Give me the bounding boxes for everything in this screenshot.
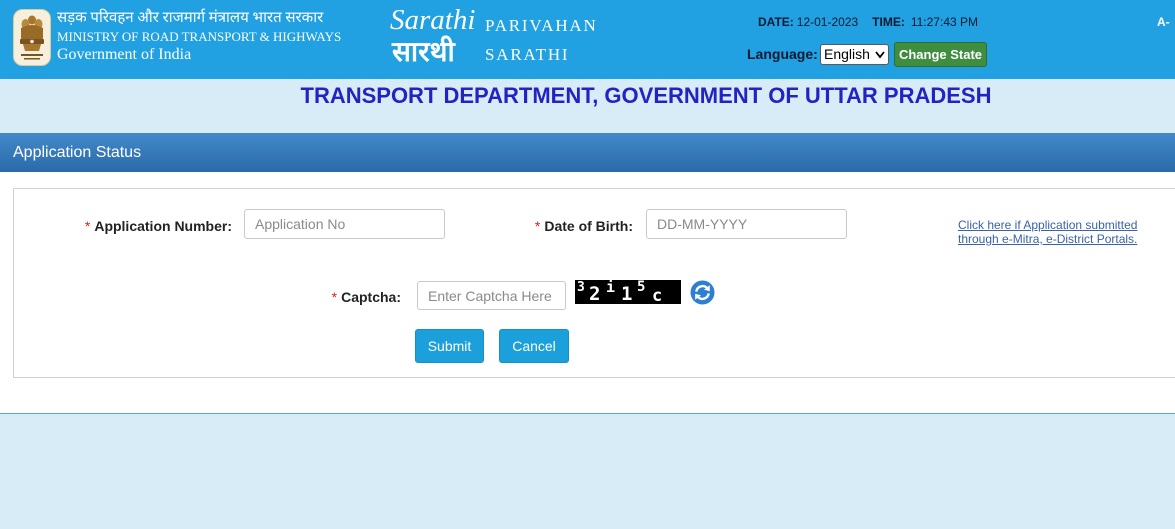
text-size-decrease-button[interactable]: A- <box>1157 15 1170 29</box>
national-emblem-icon <box>13 9 51 66</box>
refresh-captcha-button[interactable] <box>690 280 715 305</box>
ministry-name-english: MINISTRY OF ROAD TRANSPORT & HIGHWAYS <box>57 29 342 44</box>
time-label: TIME: <box>872 15 905 29</box>
date-label: DATE: <box>758 15 794 29</box>
page-title: TRANSPORT DEPARTMENT, GOVERNMENT OF UTTA… <box>300 83 992 108</box>
application-number-input[interactable] <box>244 209 445 239</box>
required-marker: * <box>534 218 541 234</box>
date-value: 12-01-2023 <box>796 15 859 29</box>
language-selected-value: English <box>824 46 870 62</box>
captcha-char: 2 <box>589 283 601 304</box>
sarathi-logo-hindi: सारथी <box>392 35 455 68</box>
refresh-icon <box>690 280 715 305</box>
portal-link-line1: Click here if Application submitted <box>958 218 1138 232</box>
captcha-char: 1 <box>621 283 633 304</box>
chevron-down-icon <box>875 51 885 59</box>
ministry-name-hindi: सड़क परिवहन और राजमार्ग मंत्रालय भारत सर… <box>57 10 324 26</box>
sarathi-logo: Sarathi सारथी <box>388 2 480 74</box>
section-header: Application Status <box>0 133 1175 172</box>
language-label: Language: <box>747 46 818 62</box>
date-of-birth-label-text: Date of Birth: <box>544 218 633 234</box>
date-of-birth-input[interactable] <box>646 209 847 239</box>
date-time-display: DATE: 12-01-2023 TIME: 11:27:43 PM <box>758 15 978 29</box>
top-header: सड़क परिवहन और राजमार्ग मंत्रालय भारत सर… <box>0 0 1175 79</box>
section-title: Application Status <box>13 144 142 161</box>
captcha-char: i <box>606 280 616 296</box>
submit-button[interactable]: Submit <box>415 329 484 363</box>
sarathi-logo-script: Sarathi <box>390 4 476 36</box>
cancel-button[interactable]: Cancel <box>499 329 569 363</box>
captcha-char: c <box>652 286 663 305</box>
date-of-birth-label: * Date of Birth: <box>433 216 633 236</box>
application-status-form: *Application Number: *Date of Birth: Cli… <box>13 188 1175 378</box>
change-state-button[interactable]: Change State <box>894 42 987 67</box>
government-of-india-label: Government of India <box>57 46 192 63</box>
application-number-label: * Application Number: <box>60 216 232 236</box>
captcha-label: * Captcha: <box>201 287 401 307</box>
captcha-image: 3 2 i 1 5 c <box>575 280 681 304</box>
parivahan-label: PARIVAHAN <box>485 16 598 35</box>
captcha-char: 3 <box>577 280 585 295</box>
captcha-label-text: Captcha: <box>341 289 401 305</box>
portal-link-line2: through e-Mitra, e-District Portals. <box>958 232 1138 246</box>
captcha-char: 5 <box>637 280 646 295</box>
sarathi-label: SARATHI <box>485 45 570 64</box>
application-number-label-text: Application Number: <box>94 218 232 234</box>
e-mitra-portal-link[interactable]: Click here if Application submitted thro… <box>958 218 1158 246</box>
required-marker: * <box>84 218 91 234</box>
time-value: 11:27:43 PM <box>910 15 978 29</box>
captcha-input[interactable] <box>417 281 566 310</box>
required-marker: * <box>331 289 338 305</box>
language-select[interactable]: English <box>820 44 889 65</box>
